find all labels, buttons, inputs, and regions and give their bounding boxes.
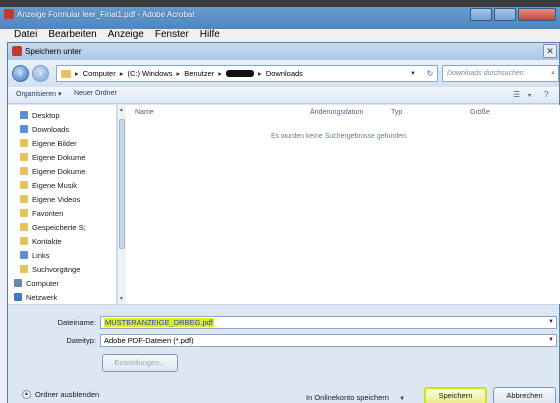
- nav-item-computer[interactable]: Computer: [14, 276, 59, 290]
- folder-icon: [20, 139, 28, 147]
- scroll-down-icon[interactable]: ▼: [119, 296, 124, 302]
- close-window-button[interactable]: [518, 8, 556, 21]
- folder-icon: [20, 153, 28, 161]
- save-button[interactable]: Speichern: [424, 387, 487, 403]
- breadcrumb-computer[interactable]: Computer: [83, 69, 116, 78]
- nav-item-kontakte[interactable]: Kontakte: [20, 234, 62, 248]
- dialog-titlebar: Speichern unter ✕: [8, 43, 559, 60]
- menu-hilfe[interactable]: Hilfe: [200, 29, 220, 41]
- back-arrow-icon[interactable]: ‹: [12, 65, 29, 82]
- empty-message: Es wurden keine Suchergebnisse gefunden.: [271, 133, 408, 140]
- nav-item-favoriten[interactable]: Favoriten: [20, 206, 63, 220]
- breadcrumb[interactable]: ▸ Computer ▸ (C:) Windows ▸ Benutzer ▸ ▸…: [56, 65, 438, 82]
- chevron-up-icon: ▲: [22, 390, 31, 399]
- nav-item-links[interactable]: Links: [20, 248, 50, 262]
- filename-label: Dateiname:: [57, 318, 96, 327]
- hide-folders-label: Ordner ausblenden: [35, 390, 100, 399]
- window-title: Anzeige Formular leer_Final1.pdf - Adobe…: [17, 10, 195, 19]
- navigation-pane: Desktop Downloads Eigene Bilder Eigene D…: [8, 105, 117, 304]
- toolbar: Organisieren ▾ Neuer Ordner ☰ ▾ ?: [8, 87, 559, 104]
- breadcrumb-drive[interactable]: (C:) Windows: [127, 69, 172, 78]
- search-input[interactable]: Downloads durchsuchen ⌕: [442, 65, 559, 82]
- folder-icon: [20, 125, 28, 133]
- acrobat-icon: [4, 9, 14, 19]
- close-icon[interactable]: ✕: [543, 44, 557, 58]
- breadcrumb-downloads[interactable]: Downloads: [266, 69, 303, 78]
- redacted-username: [226, 70, 255, 77]
- folder-icon: [61, 69, 71, 78]
- refresh-icon[interactable]: ↻: [423, 69, 437, 78]
- folder-icon: [20, 223, 28, 231]
- folder-icon: [20, 181, 28, 189]
- online-save-label: In Onlinekonto speichern: [306, 393, 389, 402]
- save-options: Dateiname: MUSTERANZEIGE_DRBEG.pdf ▼ Dat…: [8, 304, 559, 403]
- organize-button[interactable]: Organisieren ▾: [16, 90, 62, 98]
- folder-icon: [20, 265, 28, 273]
- folder-icon: [20, 251, 28, 259]
- dialog-title: Speichern unter: [25, 47, 82, 56]
- help-icon[interactable]: ?: [544, 90, 548, 99]
- acrobat-titlebar: Anzeige Formular leer_Final1.pdf - Adobe…: [0, 0, 560, 29]
- menu-bar: Datei Bearbeiten Anzeige Fenster Hilfe: [0, 29, 560, 41]
- filetype-value: Adobe PDF-Dateien (*.pdf): [104, 336, 194, 345]
- scroll-up-icon[interactable]: ▲: [119, 107, 124, 113]
- filetype-label: Dateityp:: [66, 336, 96, 345]
- folder-icon: [20, 237, 28, 245]
- column-type[interactable]: Typ: [391, 109, 402, 116]
- minimize-button[interactable]: [470, 8, 492, 21]
- chevron-down-icon[interactable]: ▼: [548, 335, 554, 346]
- nav-item-videos[interactable]: Eigene Videos: [20, 192, 80, 206]
- nav-item-musik[interactable]: Eigene Musik: [20, 178, 77, 192]
- folder-icon: [20, 209, 28, 217]
- menu-bearbeiten[interactable]: Bearbeiten: [48, 29, 96, 41]
- window-controls: [470, 8, 556, 21]
- online-account-dropdown[interactable]: In Onlinekonto speichern ▼: [306, 393, 405, 402]
- file-list: Name Änderungsdatum Typ Größe Es wurden …: [126, 105, 560, 304]
- nav-item-downloads[interactable]: Downloads: [20, 122, 69, 136]
- nav-item-gespeicherte[interactable]: Gespeicherte S;: [20, 220, 86, 234]
- menu-fenster[interactable]: Fenster: [155, 29, 189, 41]
- hide-folders-toggle[interactable]: ▲ Ordner ausblenden: [22, 390, 99, 399]
- nav-scrollbar[interactable]: ▲ ▼: [117, 105, 126, 304]
- forward-arrow-icon[interactable]: ›: [32, 65, 49, 82]
- menu-datei[interactable]: Datei: [14, 29, 37, 41]
- search-placeholder: Downloads durchsuchen: [447, 70, 524, 77]
- network-icon: [14, 293, 22, 301]
- computer-icon: [14, 279, 22, 287]
- folder-icon: [20, 195, 28, 203]
- folder-icon: [20, 167, 28, 175]
- save-as-dialog: Speichern unter ✕ ‹ › ▸ Computer ▸ (C:) …: [7, 42, 560, 403]
- nav-item-desktop[interactable]: Desktop: [20, 108, 60, 122]
- nav-item-dokumente-2[interactable]: Eigene Dokume: [20, 164, 85, 178]
- folder-icon: [20, 111, 28, 119]
- filename-value: MUSTERANZEIGE_DRBEG.pdf: [104, 318, 214, 327]
- pdf-icon: [12, 46, 22, 56]
- nav-item-dokumente-1[interactable]: Eigene Dokume: [20, 150, 85, 164]
- view-options-icon[interactable]: ☰: [513, 90, 520, 99]
- chevron-down-icon[interactable]: ▼: [407, 71, 419, 77]
- view-dropdown-icon[interactable]: ▾: [528, 92, 531, 99]
- maximize-button[interactable]: [494, 8, 516, 21]
- menu-anzeige[interactable]: Anzeige: [108, 29, 144, 41]
- top-bar: [0, 0, 560, 7]
- scroll-thumb[interactable]: [119, 119, 125, 249]
- filename-field[interactable]: MUSTERANZEIGE_DRBEG.pdf ▼: [100, 316, 557, 329]
- column-headers: Name Änderungsdatum Typ Größe: [126, 109, 560, 121]
- nav-item-netzwerk[interactable]: Netzwerk: [14, 290, 57, 304]
- chevron-down-icon: ▼: [399, 396, 406, 402]
- breadcrumb-users[interactable]: Benutzer: [184, 69, 214, 78]
- column-size[interactable]: Größe: [470, 109, 490, 116]
- address-row: ‹ › ▸ Computer ▸ (C:) Windows ▸ Benutzer…: [8, 60, 559, 87]
- search-icon: ⌕: [551, 70, 555, 77]
- column-date[interactable]: Änderungsdatum: [310, 109, 363, 116]
- nav-item-bilder[interactable]: Eigene Bilder: [20, 136, 77, 150]
- cancel-button[interactable]: Abbrechen: [493, 387, 556, 403]
- chevron-down-icon[interactable]: ▼: [548, 317, 554, 328]
- column-name[interactable]: Name: [135, 109, 154, 116]
- filetype-select[interactable]: Adobe PDF-Dateien (*.pdf) ▼: [100, 334, 557, 347]
- new-folder-button[interactable]: Neuer Ordner: [74, 90, 117, 97]
- nav-item-suchvorgaenge[interactable]: Suchvorgänge: [20, 262, 80, 276]
- settings-button[interactable]: Einstellungen...: [102, 354, 178, 372]
